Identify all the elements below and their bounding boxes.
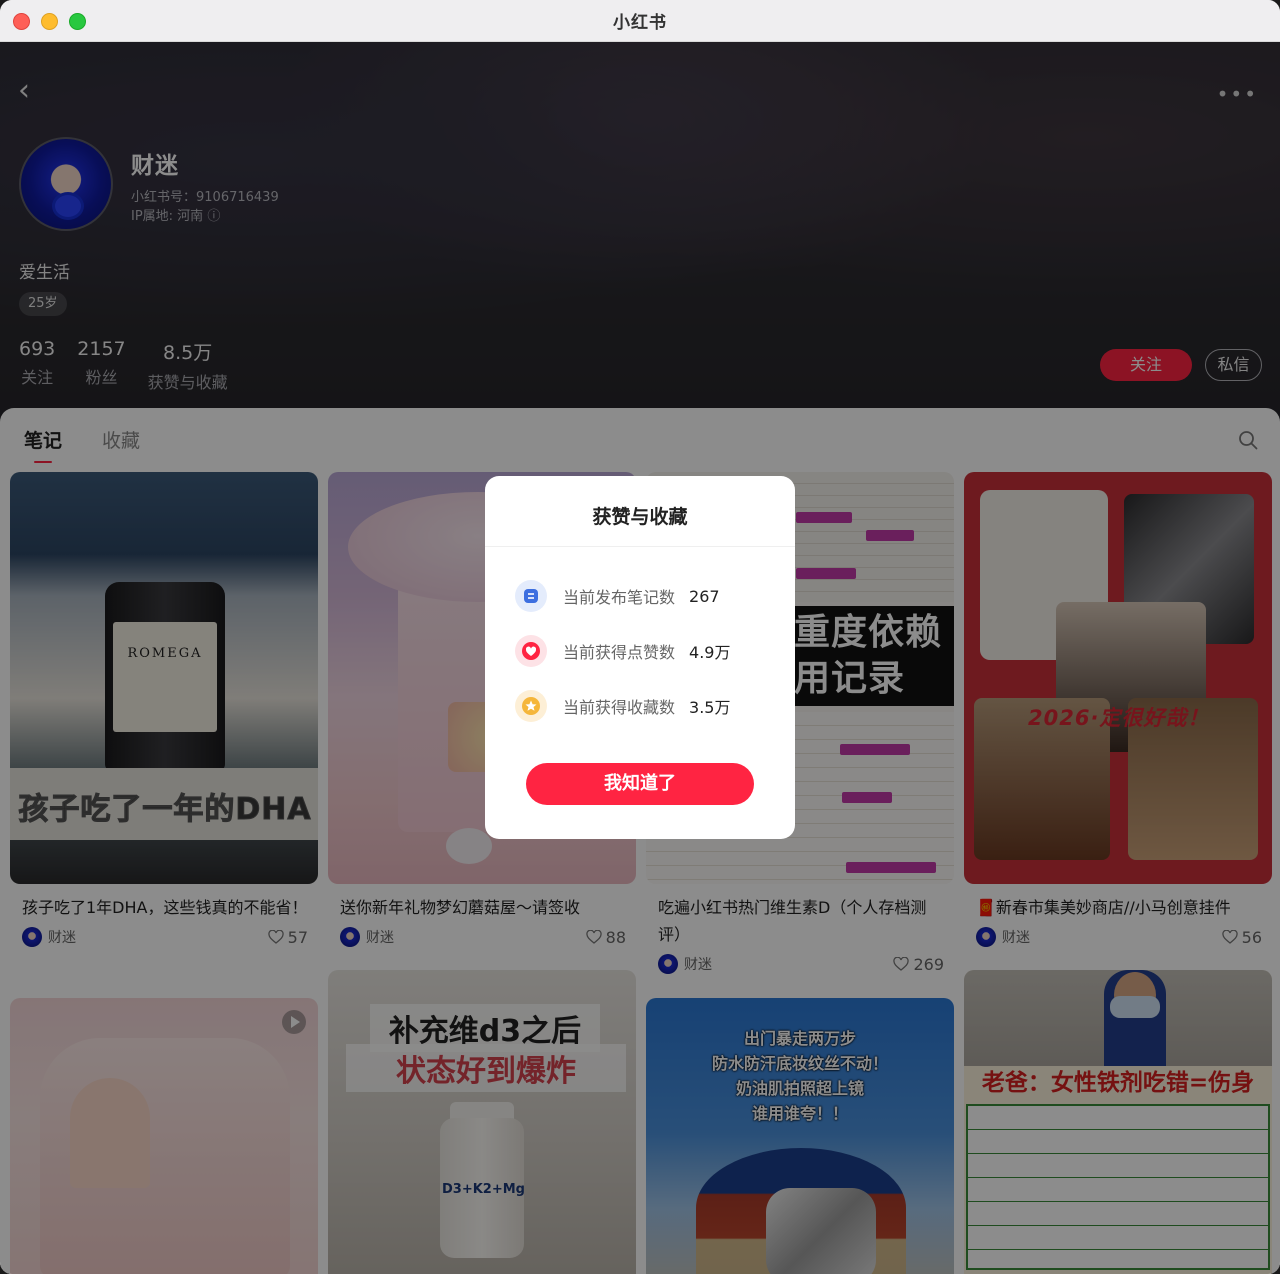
window-title: 小红书 (613, 13, 667, 33)
stat-row-notes: 当前发布笔记数 267 (515, 580, 720, 612)
stat-row-label: 当前获得点赞数 (563, 643, 676, 662)
stat-row-likes: 当前获得点赞数 4.9万 (515, 635, 730, 667)
dialog-title: 获赞与收藏 (592, 506, 688, 528)
stat-row-label: 当前获得收藏数 (563, 698, 676, 717)
maximize-window-button[interactable] (69, 13, 86, 30)
heart-icon (515, 635, 547, 667)
star-icon (515, 690, 547, 722)
note-icon (515, 580, 547, 612)
stat-row-value: 4.9万 (689, 643, 731, 662)
stat-row-value: 3.5万 (689, 698, 731, 717)
likes-collects-dialog: 获赞与收藏 当前发布笔记数 267 当前获得点赞数 4.9万 当前获得收藏数 3… (485, 476, 795, 839)
stat-row-value: 267 (689, 586, 720, 606)
minimize-window-button[interactable] (41, 13, 58, 30)
divider (485, 546, 795, 547)
title-bar: 小红书 (0, 0, 1280, 42)
confirm-button[interactable]: 我知道了 (526, 763, 754, 805)
window-controls (13, 13, 86, 30)
app-window: 小红书 ‹ ••• 财迷 小红书号：9106716439 IP属地: 河南 ⓘ … (0, 0, 1280, 1274)
stat-row-collects: 当前获得收藏数 3.5万 (515, 690, 730, 722)
close-window-button[interactable] (13, 13, 30, 30)
stat-row-label: 当前发布笔记数 (563, 588, 676, 607)
